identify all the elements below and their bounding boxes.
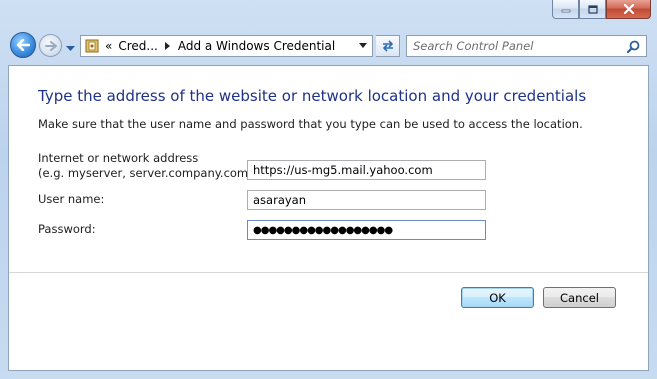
recent-pages-button[interactable]	[66, 41, 75, 55]
credential-window: « Cred... Add a Windows Credential Type …	[0, 0, 657, 379]
password-input[interactable]	[247, 220, 486, 240]
breadcrumb-separator-icon[interactable]	[164, 42, 171, 50]
address-label-line2: (e.g. myserver, server.company.com):	[38, 166, 257, 180]
minimize-icon	[561, 9, 570, 13]
address-dropdown-icon[interactable]	[359, 43, 367, 48]
breadcrumb-item-add-credential[interactable]: Add a Windows Credential	[178, 39, 335, 53]
forward-button[interactable]	[39, 34, 62, 57]
address-input[interactable]	[247, 160, 486, 180]
caption-buttons	[552, 0, 651, 19]
chevron-down-icon	[66, 46, 75, 51]
page-heading: Type the address of the website or netwo…	[38, 87, 587, 105]
control-panel-icon	[85, 39, 99, 53]
address-bar[interactable]: « Cred... Add a Windows Credential	[80, 35, 373, 57]
maximize-button[interactable]	[579, 0, 606, 19]
page-instructions: Make sure that the user name and passwor…	[38, 117, 583, 131]
minimize-button[interactable]	[552, 0, 579, 19]
refresh-button[interactable]	[376, 35, 400, 57]
close-icon	[623, 4, 634, 14]
username-input[interactable]	[247, 190, 486, 210]
back-button[interactable]	[10, 32, 36, 58]
refresh-icon	[382, 40, 393, 52]
address-label-line1: Internet or network address	[38, 151, 199, 165]
address-label: Internet or network address (e.g. myserv…	[38, 151, 257, 181]
forward-arrow-icon	[44, 40, 57, 51]
search-icon[interactable]	[627, 40, 640, 53]
breadcrumb-item-credential-manager[interactable]: Cred...	[118, 39, 158, 53]
search-input[interactable]	[413, 39, 623, 53]
search-box[interactable]	[406, 35, 647, 57]
breadcrumb-overflow[interactable]: «	[105, 39, 112, 53]
cancel-button[interactable]: Cancel	[543, 287, 616, 308]
username-label: User name:	[38, 192, 105, 206]
navigation-toolbar: « Cred... Add a Windows Credential	[0, 30, 657, 62]
button-divider	[9, 272, 648, 273]
maximize-icon	[587, 4, 598, 14]
content-panel: Type the address of the website or netwo…	[8, 65, 649, 371]
close-button[interactable]	[606, 0, 651, 19]
password-label: Password:	[38, 222, 96, 236]
back-arrow-icon	[16, 39, 30, 51]
ok-button[interactable]: OK	[461, 287, 534, 308]
